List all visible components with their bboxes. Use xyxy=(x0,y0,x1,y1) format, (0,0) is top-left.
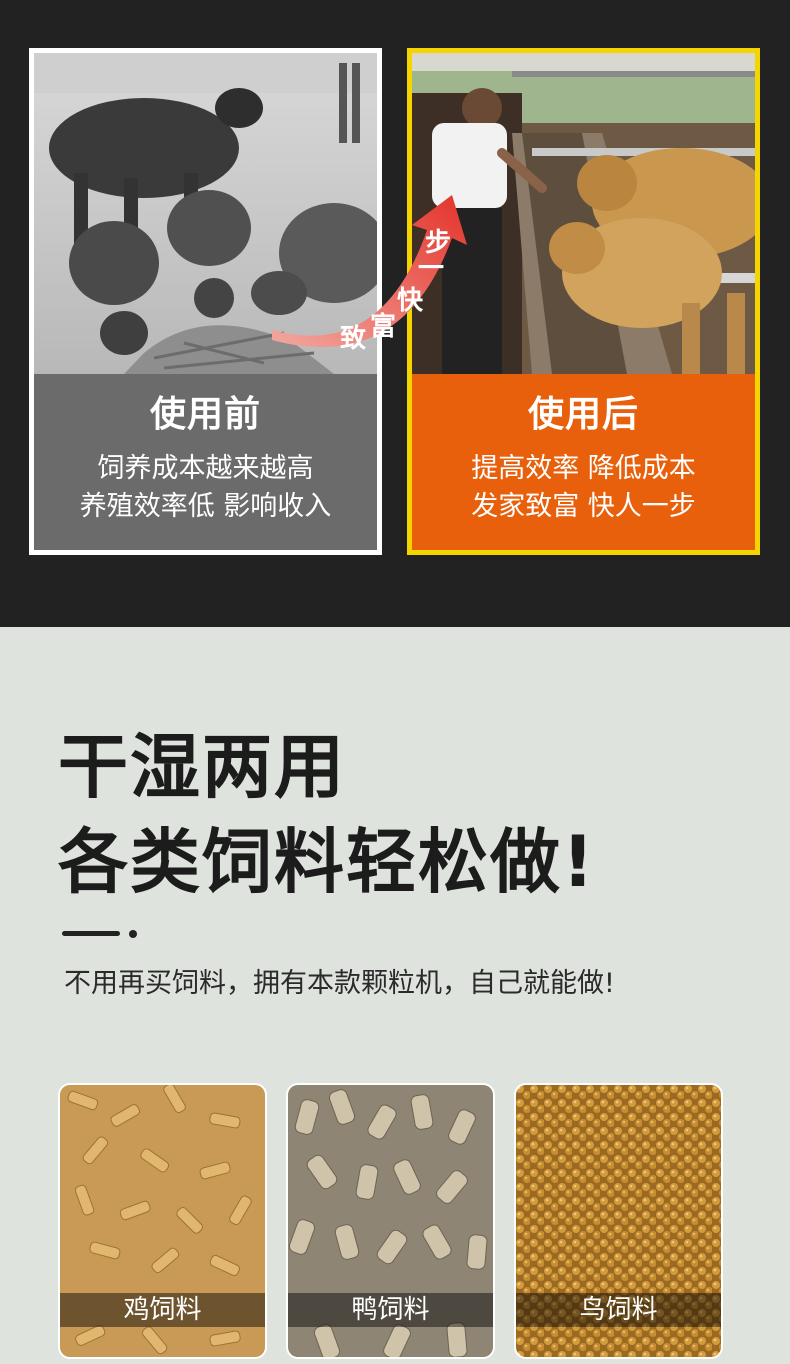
subtitle: 不用再买饲料，拥有本款颗粒机，自己就能做! xyxy=(64,968,615,999)
decor-dot xyxy=(129,930,137,938)
after-line-1: 提高效率 降低成本 xyxy=(471,453,696,484)
after-title: 使用后 xyxy=(527,394,639,435)
arrow-char-1: 致 xyxy=(340,324,367,354)
duck-feed-card: 鸭饲料 xyxy=(286,1083,495,1359)
duck-feed-label: 鸭饲料 xyxy=(288,1293,493,1327)
bird-feed-card: 鸟饲料 xyxy=(514,1083,723,1359)
comparison-section: 使用前 饲养成本越来越高 养殖效率低 影响收入 使用后 提高效率 降低成本 发家… xyxy=(0,0,790,627)
arrow-char-5: 步 xyxy=(425,228,452,258)
decor-divider xyxy=(62,931,120,936)
before-line-2: 养殖效率低 影响收入 xyxy=(79,491,332,522)
before-line-1: 饲养成本越来越高 xyxy=(97,453,314,484)
bird-feed-label: 鸟饲料 xyxy=(516,1293,721,1327)
headline-line-2: 各类饲料轻松做! xyxy=(58,821,596,903)
headline-line-1: 干湿两用 xyxy=(58,726,346,808)
arrow-char-3: 快 xyxy=(397,286,424,316)
chicken-feed-card: 鸡饲料 xyxy=(58,1083,267,1359)
after-panel: 使用后 提高效率 降低成本 发家致富 快人一步 xyxy=(412,374,755,550)
arrow-char-2: 富 xyxy=(370,312,397,342)
growth-arrow: 致 富 快 一 步 xyxy=(262,190,482,360)
after-line-2: 发家致富 快人一步 xyxy=(471,491,696,522)
before-panel: 使用前 饲养成本越来越高 养殖效率低 影响收入 xyxy=(34,374,377,550)
before-title: 使用前 xyxy=(149,394,261,435)
chicken-feed-label: 鸡饲料 xyxy=(60,1293,265,1327)
